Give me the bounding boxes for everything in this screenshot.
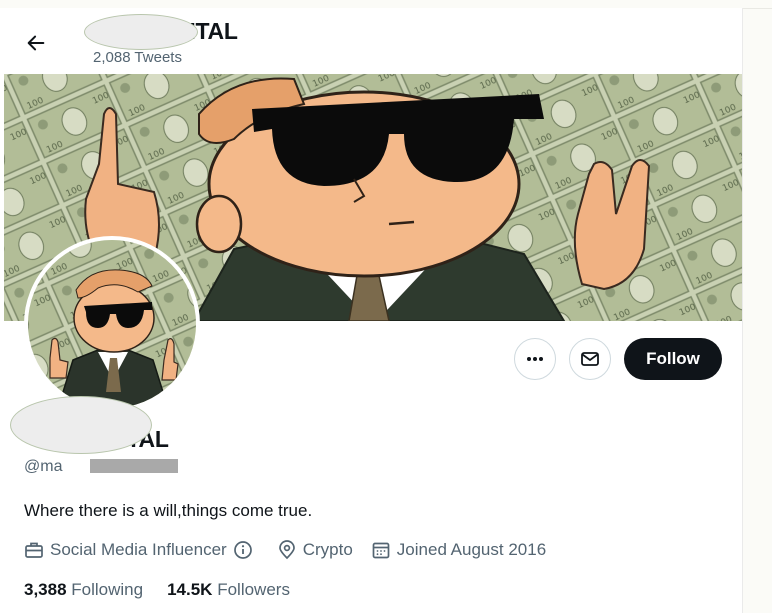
following-count: 3,388 [24,580,67,599]
following-link[interactable]: 3,388 Following [24,580,143,600]
info-circle-icon[interactable] [233,540,253,560]
more-horizontal-icon [527,357,543,361]
calendar-icon [372,542,390,559]
category-text: Social Media Influencer [50,540,227,559]
profile-actions: Follow [0,336,742,382]
following-label: Following [71,580,144,599]
handle-redaction-bar [90,459,178,473]
profile-meta: Social Media Influencer Crypto Joined Au… [24,539,564,561]
avatar[interactable] [24,236,200,412]
followers-count: 14.5K [167,580,213,599]
location-pin-icon [278,540,295,560]
location-item: Crypto [277,540,353,560]
back-button[interactable] [20,27,52,59]
profile-page: CAPITAL 2,088 Tweets 100 100 [0,8,743,613]
tweet-count: 2,088 Tweets [93,49,182,66]
message-button[interactable] [569,338,611,380]
profile-bio: Where there is a will,things come true. [24,501,313,520]
redaction-mark [84,14,198,50]
more-button[interactable] [514,338,556,380]
followers-link[interactable]: 14.5K Followers [167,580,290,600]
follow-stats: 3,388 Following 14.5K Followers [24,580,314,600]
arrow-left-icon [27,35,45,51]
followers-label: Followers [217,580,290,599]
user-handle: @ma [24,458,63,475]
category-item: Social Media Influencer [24,540,259,560]
profile-header: CAPITAL 2,088 Tweets [0,8,742,74]
joined-text: Joined August 2016 [396,540,547,559]
joined-item: Joined August 2016 [371,540,546,560]
envelope-icon [581,352,599,366]
briefcase-icon [25,542,43,558]
follow-button[interactable]: Follow [624,338,722,380]
location-text: Crypto [302,540,353,559]
redaction-mark [10,396,152,454]
